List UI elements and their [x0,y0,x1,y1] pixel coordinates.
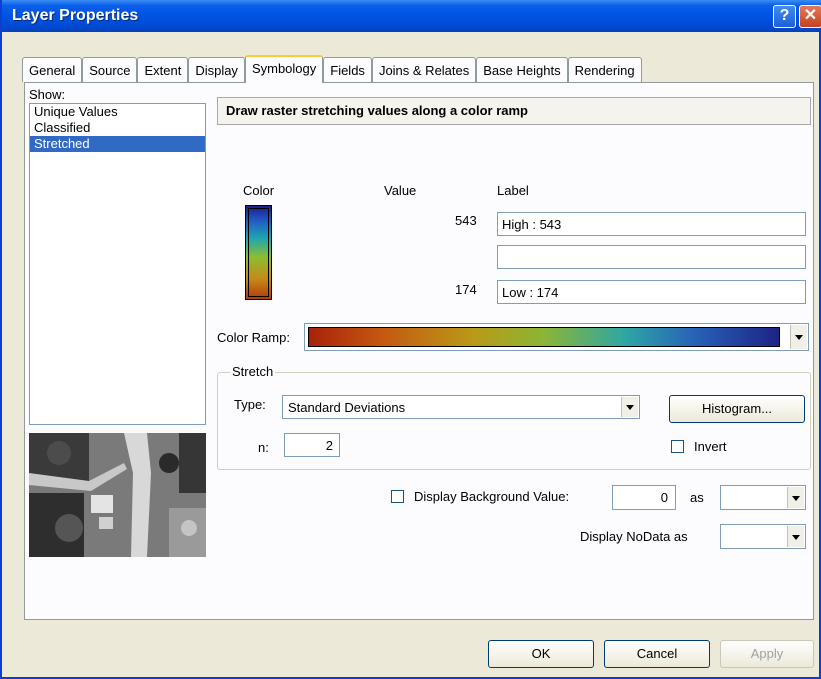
background-as-label: as [690,490,704,505]
tab-joins-relates[interactable]: Joins & Relates [371,57,477,82]
high-value: 543 [455,213,477,228]
color-ramp-swatch[interactable] [245,205,272,300]
tab-source[interactable]: Source [82,57,138,82]
window-title: Layer Properties [12,7,139,24]
tab-base-heights[interactable]: Base Heights [476,57,568,82]
nodata-color-dropdown[interactable] [720,524,806,549]
cancel-button[interactable]: Cancel [604,640,710,668]
mid-label-input[interactable] [497,245,806,269]
stretch-type-dropdown[interactable]: Standard Deviations [282,395,640,419]
stretch-type-label: Type: [234,397,266,412]
color-column-header: Color [243,183,275,198]
chevron-down-icon[interactable] [787,526,804,547]
layer-properties-window: Layer Properties ? ✕ General Source Exte… [0,0,821,679]
description-heading: Draw raster stretching values along a co… [217,97,811,125]
chevron-down-icon[interactable] [621,397,638,417]
display-background-checkbox[interactable] [391,490,404,503]
show-item-classified[interactable]: Classified [30,120,205,136]
invert-label: Invert [694,439,727,454]
tab-symbology[interactable]: Symbology [244,55,324,83]
stretch-type-value: Standard Deviations [288,400,406,415]
tab-extent[interactable]: Extent [137,57,189,82]
ok-button[interactable]: OK [488,640,594,668]
tab-strip: General Source Extent Display Symbology … [22,55,642,83]
low-label-input[interactable]: Low : 174 [497,280,806,304]
show-list[interactable]: Unique Values Classified Stretched [29,103,206,425]
close-icon[interactable]: ✕ [799,5,821,28]
chevron-down-icon[interactable] [787,487,804,508]
value-column-header: Value [384,183,417,198]
tab-display[interactable]: Display [188,57,245,82]
show-item-unique-values[interactable]: Unique Values [30,104,205,120]
help-icon[interactable]: ? [773,5,796,28]
n-input[interactable]: 2 [284,433,340,457]
show-label: Show: [29,87,66,102]
low-value: 174 [455,282,477,297]
color-ramp-dropdown[interactable] [304,323,809,351]
nodata-label: Display NoData as [580,529,688,544]
layer-preview-thumbnail [29,433,206,557]
background-color-dropdown[interactable] [720,485,806,510]
tab-rendering[interactable]: Rendering [567,57,642,82]
invert-checkbox[interactable] [671,440,684,453]
show-item-stretched[interactable]: Stretched [30,136,205,152]
apply-button[interactable]: Apply [720,640,814,668]
display-background-label: Display Background Value: [414,489,570,504]
background-value-input[interactable]: 0 [612,485,676,510]
high-label-input[interactable]: High : 543 [497,212,806,236]
n-label: n: [258,440,269,455]
label-column-header: Label [497,183,529,198]
chevron-down-icon[interactable] [790,325,807,349]
histogram-button[interactable]: Histogram... [669,395,805,423]
color-ramp-label: Color Ramp: [217,330,290,345]
color-ramp-preview [308,327,780,347]
title-bar[interactable]: Layer Properties ? ✕ [2,0,821,32]
n-value: 2 [325,438,333,453]
description-text: Draw raster stretching values along a co… [226,103,528,118]
tab-general[interactable]: General [22,57,83,82]
stretch-legend: Stretch [230,364,276,379]
tab-fields[interactable]: Fields [323,57,372,82]
background-value: 0 [660,490,668,505]
